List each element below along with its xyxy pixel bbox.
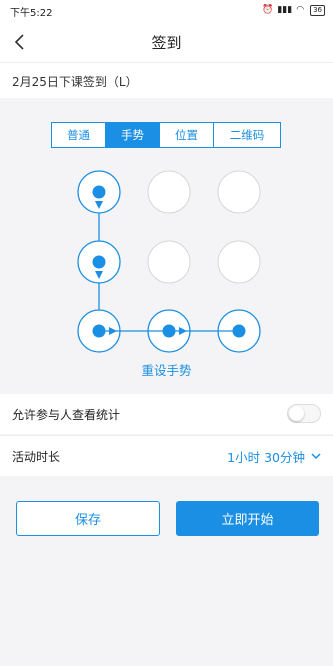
- status-time: 下午5:22: [10, 8, 53, 19]
- start-now-button[interactable]: 立即开始: [176, 501, 319, 536]
- nav-bar: 签到: [0, 22, 333, 62]
- duration-row[interactable]: 活动时长 1小时 30分钟: [0, 435, 333, 476]
- status-icons: ⏰ ▮▮▮ ◠ 36: [262, 3, 325, 17]
- gesture-dot-1[interactable]: [77, 170, 121, 214]
- gesture-dot-8[interactable]: [147, 309, 191, 353]
- battery-icon: 36: [310, 4, 325, 16]
- gesture-dot-7[interactable]: [77, 309, 121, 353]
- save-button[interactable]: 保存: [16, 501, 160, 536]
- activity-name: 2月25日下课签到（L）: [12, 75, 138, 89]
- allow-stats-toggle[interactable]: [287, 404, 321, 423]
- duration-selector[interactable]: 1小时 30分钟: [227, 447, 321, 466]
- page-title: 签到: [151, 34, 182, 52]
- gesture-pad[interactable]: [0, 98, 333, 390]
- duration-value: 1小时 30分钟: [227, 450, 305, 465]
- gesture-dot-9[interactable]: [217, 309, 261, 353]
- gesture-dot-5[interactable]: [147, 240, 191, 284]
- chevron-down-icon: [311, 453, 321, 460]
- status-bar: 下午5:22 ⏰ ▮▮▮ ◠ 36: [0, 0, 333, 22]
- allow-stats-label: 允许参与人查看统计: [12, 408, 121, 422]
- duration-label: 活动时长: [12, 450, 61, 464]
- signal-icon: ▮▮▮: [277, 5, 293, 15]
- reset-gesture-button[interactable]: 重设手势: [0, 360, 333, 379]
- allow-stats-row: 允许参与人查看统计: [0, 394, 333, 434]
- gesture-dot-3[interactable]: [217, 170, 261, 214]
- gesture-dot-6[interactable]: [217, 240, 261, 284]
- wifi-icon: ◠: [296, 5, 305, 15]
- toggle-knob: [289, 406, 304, 421]
- gesture-dot-2[interactable]: [147, 170, 191, 214]
- gesture-dot-4[interactable]: [77, 240, 121, 284]
- subtitle-bar: 2月25日下课签到（L）: [0, 62, 333, 99]
- gesture-panel: 普通 手势 位置 二维码 重设手势: [0, 98, 333, 390]
- alarm-off-icon: ⏰: [262, 5, 274, 15]
